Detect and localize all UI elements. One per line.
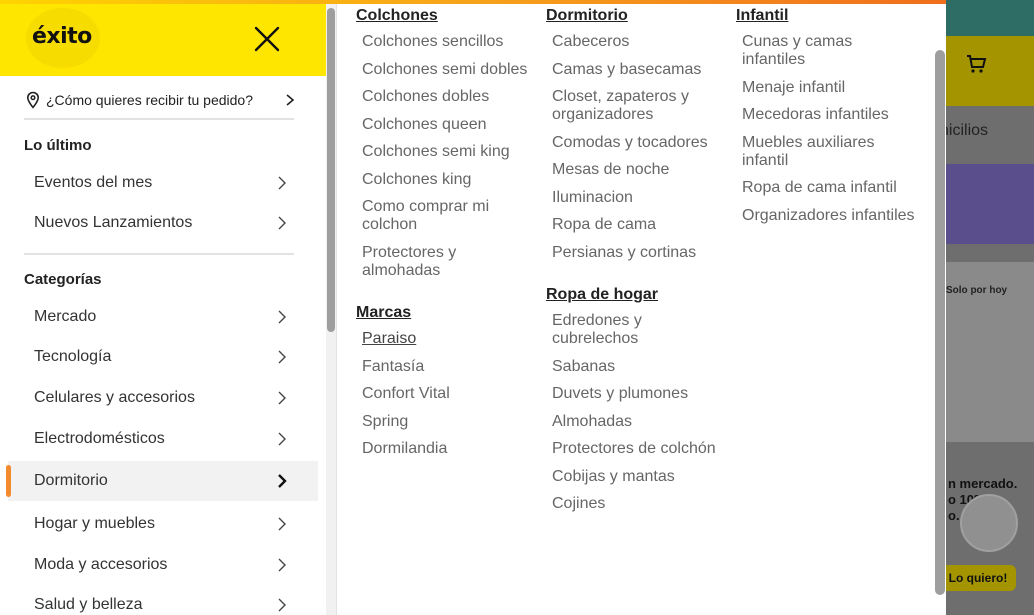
submenu-column-1: Colchones Colchones sencillos Colchones … [356, 6, 536, 468]
submenu-link[interactable]: Dormilandia [356, 440, 536, 458]
chevron-right-icon [278, 432, 286, 446]
background-cta-button: Lo quiero! [946, 565, 1016, 591]
location-pin-icon [26, 91, 40, 109]
delivery-selector[interactable]: ¿Cómo quieres recibir tu pedido? [24, 86, 296, 114]
background-promo-text: Solo por hoy [946, 285, 1008, 296]
cart-icon [967, 55, 987, 73]
menu-item-mercado[interactable]: Mercado [8, 297, 318, 337]
submenu-link[interactable]: Colchones dobles [356, 88, 536, 106]
latest-section-title: Lo último [24, 137, 92, 154]
menu-item-label: Eventos del mes [34, 174, 153, 191]
chevron-right-icon [278, 350, 286, 364]
submenu-link[interactable]: Closet, zapateros y organizadores [546, 88, 726, 124]
menu-item-lanzamientos[interactable]: Nuevos Lanzamientos [8, 203, 318, 243]
drawer-header: éxito [0, 0, 326, 76]
menu-item-eventos[interactable]: Eventos del mes [8, 163, 318, 203]
submenu-link[interactable]: Colchones sencillos [356, 33, 536, 51]
background-banner [946, 164, 1034, 244]
submenu-link[interactable]: Menaje infantil [736, 79, 916, 97]
menu-item-electrodomesticos[interactable]: Electrodomésticos [8, 419, 318, 459]
submenu-link[interactable]: Mesas de noche [546, 161, 726, 179]
menu-item-tecnologia[interactable]: Tecnología [8, 337, 318, 377]
menu-item-label: Moda y accesorios [34, 556, 168, 573]
submenu-link[interactable]: Organizadores infantiles [736, 207, 916, 225]
chevron-right-icon [278, 517, 286, 531]
submenu-link[interactable]: Spring [356, 413, 536, 431]
submenu-link[interactable]: Cunas y camas infantiles [736, 33, 916, 69]
menu-item-dormitorio[interactable]: Dormitorio [6, 461, 318, 501]
dormitorio-submenu: Colchones Colchones sencillos Colchones … [337, 0, 946, 615]
submenu-link[interactable]: Confort Vital [356, 385, 536, 403]
chevron-right-icon [278, 558, 286, 572]
submenu-link[interactable]: Protectores y almohadas [356, 244, 536, 280]
divider [24, 118, 294, 120]
delivery-prompt-text: ¿Cómo quieres recibir tu pedido? [46, 92, 253, 108]
submenu-link[interactable]: Cabeceros [546, 33, 726, 51]
close-icon[interactable] [252, 24, 282, 54]
menu-item-label: Hogar y muebles [34, 515, 155, 532]
submenu-link[interactable]: Colchones semi dobles [356, 61, 536, 79]
submenu-link[interactable]: Cobijas y mantas [546, 468, 726, 486]
submenu-column-2: Dormitorio Cabeceros Camas y basecamas C… [546, 6, 726, 523]
submenu-link[interactable]: Fantasía [356, 358, 536, 376]
menu-item-label: Tecnología [34, 348, 112, 365]
submenu-link[interactable]: Persianas y cortinas [546, 244, 726, 262]
submenu-link[interactable]: Colchones semi king [356, 143, 536, 161]
menu-item-moda[interactable]: Moda y accesorios [8, 545, 318, 585]
background-mercado-line-1: n mercado. [948, 476, 1018, 491]
submenu-link[interactable]: Edredones y cubrelechos [546, 312, 726, 348]
top-gradient-bar [0, 0, 946, 4]
exito-logo[interactable]: éxito [32, 24, 92, 49]
menu-item-celulares[interactable]: Celulares y accesorios [8, 378, 318, 418]
submenu-link[interactable]: Camas y basecamas [546, 61, 726, 79]
submenu-link[interactable]: Muebles auxiliares infantil [736, 134, 916, 170]
submenu-link[interactable]: Iluminacion [546, 189, 726, 207]
divider [24, 253, 294, 255]
menu-item-hogar[interactable]: Hogar y muebles [8, 504, 318, 544]
page-background-overlay[interactable]: nicilios Solo por hoy n mercado. o 10% o… [946, 0, 1034, 615]
chevron-right-icon [278, 310, 286, 324]
submenu-title-marcas[interactable]: Marcas [356, 303, 536, 323]
submenu-link[interactable]: Protectores de colchón [546, 440, 726, 458]
submenu-link[interactable]: Sabanas [546, 358, 726, 376]
whatsapp-icon [960, 494, 1018, 552]
submenu-title-dormitorio[interactable]: Dormitorio [546, 6, 726, 26]
chevron-right-icon [278, 391, 286, 405]
submenu-link[interactable]: Duvets y plumones [546, 385, 726, 403]
menu-item-label: Dormitorio [34, 472, 108, 489]
chevron-right-icon [278, 176, 286, 190]
submenu-link[interactable]: Almohadas [546, 413, 726, 431]
submenu-title-ropa-hogar[interactable]: Ropa de hogar [546, 285, 726, 305]
chevron-right-icon [286, 94, 295, 106]
menu-item-label: Electrodomésticos [34, 430, 165, 447]
menu-item-salud[interactable]: Salud y belleza [8, 585, 318, 615]
submenu-title-infantil[interactable]: Infantil [736, 6, 916, 26]
submenu-column-3: Infantil Cunas y camas infantiles Menaje… [736, 6, 916, 234]
submenu-link[interactable]: Como comprar mi colchon [356, 198, 536, 234]
submenu-link[interactable]: Ropa de cama [546, 216, 726, 234]
submenu-link[interactable]: Colchones king [356, 171, 536, 189]
menu-item-label: Mercado [34, 308, 97, 325]
submenu-title-colchones[interactable]: Colchones [356, 6, 536, 26]
menu-item-label: Nuevos Lanzamientos [34, 214, 193, 231]
background-top-banner [946, 0, 1034, 36]
submenu-link[interactable]: Ropa de cama infantil [736, 179, 916, 197]
menu-item-label: Celulares y accesorios [34, 389, 195, 406]
submenu-scrollbar-thumb[interactable] [935, 50, 945, 595]
submenu-link[interactable]: Cojines [546, 495, 726, 513]
submenu-link[interactable]: Colchones queen [356, 116, 536, 134]
chevron-right-icon [278, 598, 286, 612]
background-domicilios-text: nicilios [946, 122, 989, 139]
submenu-link[interactable]: Paraiso [356, 330, 536, 348]
category-drawer: éxito ¿Cómo quieres recibir tu pedido? L… [0, 0, 337, 615]
submenu-link[interactable]: Comodas y tocadores [546, 134, 726, 152]
categories-section-title: Categorías [24, 271, 102, 288]
chevron-right-icon [278, 216, 286, 230]
submenu-link[interactable]: Mecedoras infantiles [736, 106, 916, 124]
menu-item-label: Salud y belleza [34, 596, 143, 613]
chevron-right-icon [278, 474, 287, 488]
drawer-scrollbar-thumb[interactable] [327, 8, 335, 332]
